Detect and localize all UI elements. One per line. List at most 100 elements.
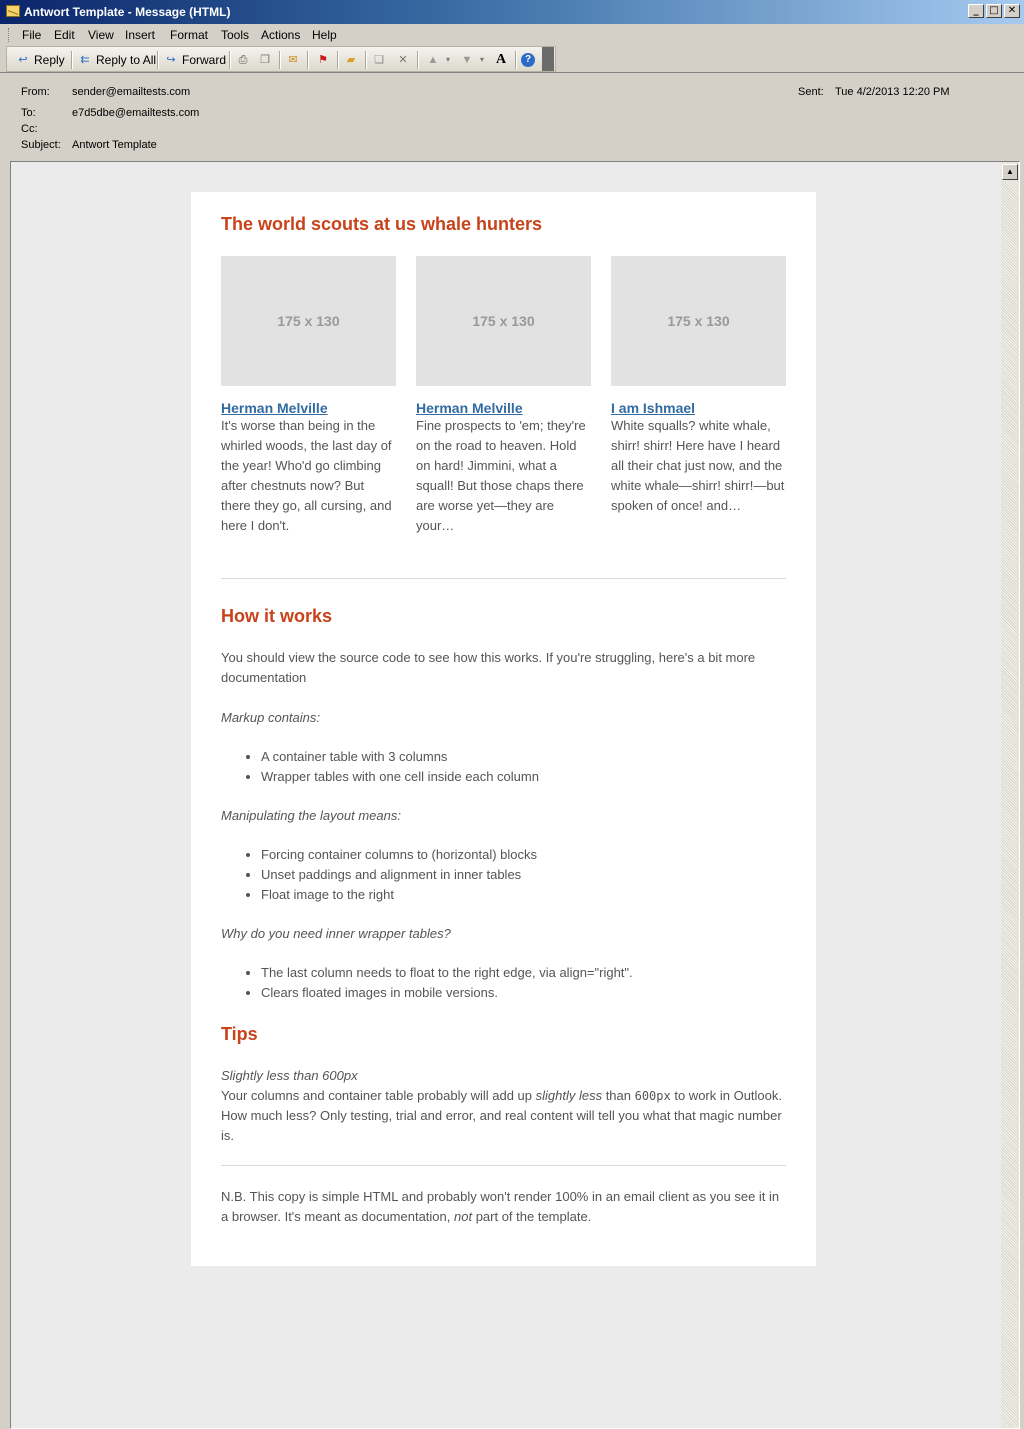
window-title: Antwort Template - Message (HTML) xyxy=(24,5,231,19)
list-item: A container table with 3 columns xyxy=(261,747,539,767)
toolbar-separator xyxy=(157,51,159,69)
delete-mail-button[interactable]: ✉ xyxy=(285,51,301,69)
envelope-icon xyxy=(6,5,20,17)
move-to-folder-button[interactable]: ▰ xyxy=(343,51,359,69)
article-text: White squalls? white whale, shirr! shirr… xyxy=(611,418,785,513)
toolbar-separator xyxy=(337,51,339,69)
tip-text: Your columns and container table probabl… xyxy=(221,1088,783,1143)
from-label: From: xyxy=(21,86,50,98)
article-link[interactable]: I am Ishmael xyxy=(611,400,786,416)
list-item: Unset paddings and alignment in inner ta… xyxy=(261,865,537,885)
article-column: 175 x 130 Herman Melville It's worse tha… xyxy=(221,256,396,536)
reply-icon: ↩ xyxy=(18,54,28,66)
font-size-icon: A xyxy=(495,52,507,67)
help-button[interactable]: ? xyxy=(521,51,535,69)
menu-file[interactable]: File xyxy=(22,28,41,42)
arrow-down-icon: ▼ xyxy=(461,54,473,66)
article-text: Fine prospects to 'em; they're on the ro… xyxy=(416,418,586,533)
move-button[interactable]: ❏ xyxy=(371,51,387,69)
sent-value: Tue 4/2/2013 12:20 PM xyxy=(835,86,950,98)
flag-button[interactable]: ⚑ xyxy=(315,51,331,69)
markup-label: Markup contains: xyxy=(221,710,320,725)
vertical-scrollbar[interactable]: ▲ xyxy=(1001,162,1019,1428)
menu-edit[interactable]: Edit xyxy=(54,28,75,42)
list-item: Clears floated images in mobile versions… xyxy=(261,983,633,1003)
why-list: The last column needs to float to the ri… xyxy=(221,963,633,1003)
email-content: The world scouts at us whale hunters 175… xyxy=(191,192,816,1266)
subject-value: Antwort Template xyxy=(72,139,157,151)
close-button[interactable]: ✕ xyxy=(1004,4,1020,18)
forward-label: Forward xyxy=(182,53,227,67)
article-column: 175 x 130 Herman Melville Fine prospects… xyxy=(416,256,591,536)
menu-grip xyxy=(8,28,12,42)
mail-delete-icon: ✉ xyxy=(288,54,298,66)
code-snippet: 600px xyxy=(634,1089,671,1103)
maximize-button[interactable]: □ xyxy=(986,4,1002,18)
copy-icon: ❐ xyxy=(260,54,270,66)
tips-heading: Tips xyxy=(221,1024,258,1044)
how-it-works-intro: You should view the source code to see h… xyxy=(221,650,756,685)
divider xyxy=(221,578,786,579)
list-item: The last column needs to float to the ri… xyxy=(261,963,633,983)
toolbar-separator xyxy=(365,51,367,69)
window-controls: _ □ ✕ xyxy=(968,4,1020,18)
toolbar-separator xyxy=(417,51,419,69)
from-value: sender@emailtests.com xyxy=(72,86,191,98)
layout-list: Forcing container columns to (horizontal… xyxy=(221,845,537,905)
divider xyxy=(0,72,1024,73)
reply-all-label: Reply to All xyxy=(96,53,157,67)
how-it-works-heading: How it works xyxy=(221,606,333,626)
menu-bar: File Edit View Insert Format Tools Actio… xyxy=(0,24,1024,46)
menu-help[interactable]: Help xyxy=(312,28,337,42)
article-link[interactable]: Herman Melville xyxy=(416,400,591,416)
message-body-pane[interactable]: ▲ The world scouts at us whale hunters 1… xyxy=(10,161,1020,1429)
to-label: To: xyxy=(21,107,36,119)
reply-all-icon: ⇇ xyxy=(80,54,90,66)
scroll-up-button[interactable]: ▲ xyxy=(1002,164,1018,180)
dropdown-arrow-icon: ▾ xyxy=(445,55,450,64)
previous-item-button[interactable]: ▲ ▾ xyxy=(425,51,452,69)
markup-list: A container table with 3 columns Wrapper… xyxy=(221,747,539,787)
to-value: e7d5dbe@emailtests.com xyxy=(72,107,200,119)
menu-insert[interactable]: Insert xyxy=(125,28,155,42)
toolbar-separator xyxy=(229,51,231,69)
cc-label: Cc: xyxy=(21,123,38,135)
divider xyxy=(221,1165,786,1166)
image-placeholder: 175 x 130 xyxy=(611,256,786,386)
copy-button[interactable]: ❐ xyxy=(257,51,273,69)
image-placeholder: 175 x 130 xyxy=(416,256,591,386)
subject-label: Subject: xyxy=(21,139,61,151)
minimize-button[interactable]: _ xyxy=(968,4,984,18)
move-icon: ❏ xyxy=(374,54,384,66)
print-button[interactable]: ⎙ xyxy=(235,51,251,69)
flag-icon: ⚑ xyxy=(318,54,328,66)
next-item-button[interactable]: ▼ ▾ xyxy=(459,51,486,69)
reply-label: Reply xyxy=(34,53,65,67)
menu-view[interactable]: View xyxy=(88,28,114,42)
title-bar: Antwort Template - Message (HTML) _ □ ✕ xyxy=(0,0,1024,24)
folder-icon: ▰ xyxy=(346,54,356,66)
toolbar-overflow[interactable] xyxy=(542,47,554,71)
list-item: Wrapper tables with one cell inside each… xyxy=(261,767,539,787)
delete-button[interactable]: ✕ xyxy=(395,51,411,69)
email-heading: The world scouts at us whale hunters xyxy=(221,214,543,234)
article-text: It's worse than being in the whirled woo… xyxy=(221,418,392,533)
toolbar-separator xyxy=(71,51,73,69)
arrow-up-icon: ▲ xyxy=(427,54,439,66)
reply-button[interactable]: ↩ Reply xyxy=(15,51,65,69)
forward-icon: ↪ xyxy=(166,54,176,66)
article-link[interactable]: Herman Melville xyxy=(221,400,396,416)
menu-tools[interactable]: Tools xyxy=(221,28,249,42)
why-label: Why do you need inner wrapper tables? xyxy=(221,926,451,941)
nb-note: N.B. This copy is simple HTML and probab… xyxy=(221,1189,780,1224)
font-size-button[interactable]: A xyxy=(493,51,509,69)
layout-label: Manipulating the layout means: xyxy=(221,808,401,823)
dropdown-arrow-icon: ▾ xyxy=(479,55,484,64)
toolbar-separator xyxy=(307,51,309,69)
menu-actions[interactable]: Actions xyxy=(261,28,300,42)
reply-all-button[interactable]: ⇇ Reply to All xyxy=(77,51,156,69)
menu-format[interactable]: Format xyxy=(170,28,208,42)
forward-button[interactable]: ↪ Forward xyxy=(163,51,226,69)
toolbar-separator xyxy=(279,51,281,69)
printer-icon: ⎙ xyxy=(238,54,248,66)
